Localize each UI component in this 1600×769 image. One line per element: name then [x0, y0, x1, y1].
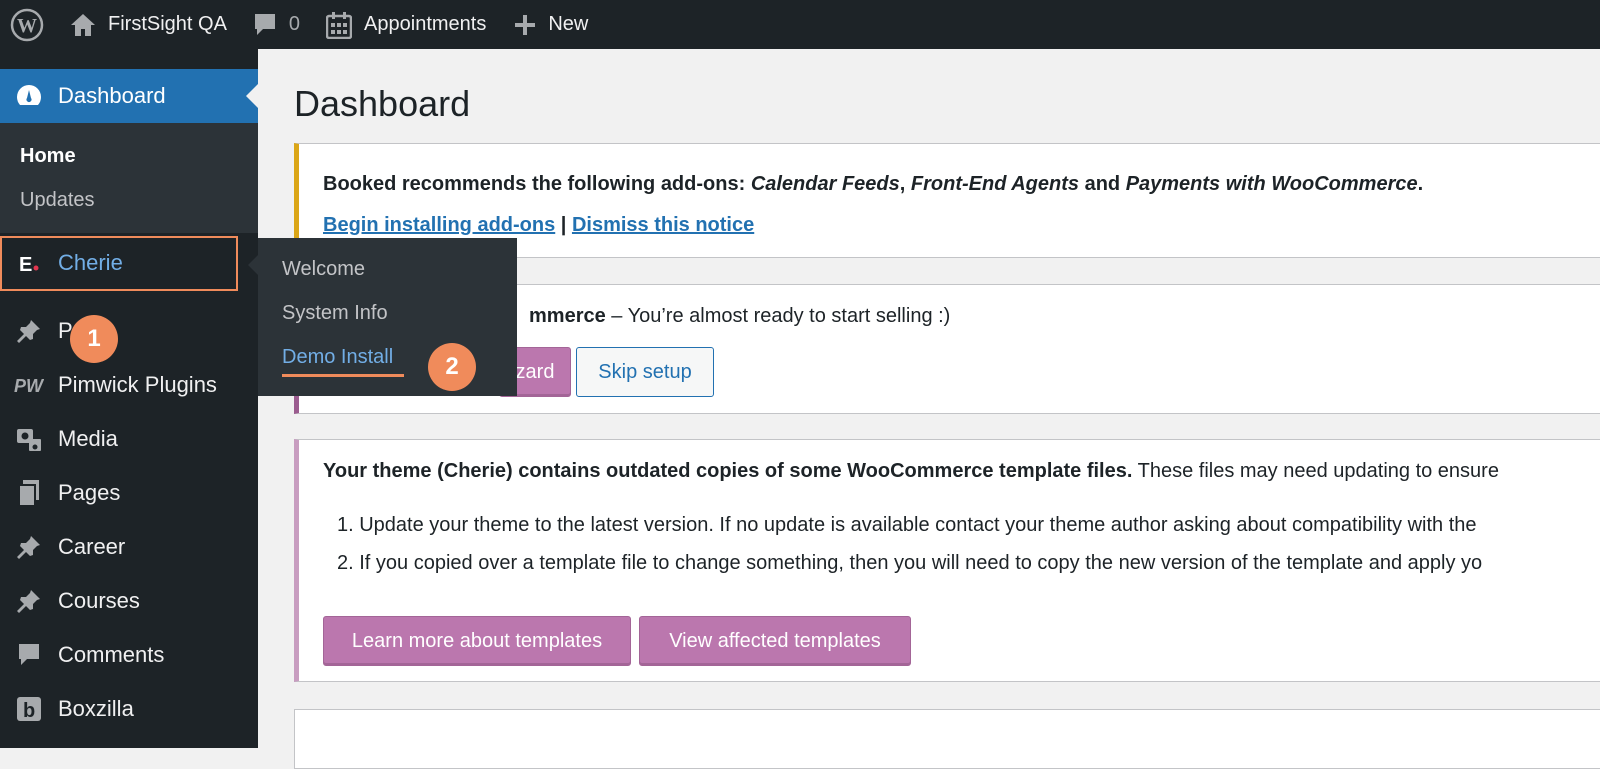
woo-setup-rest: – You’re almost ready to start selling :… [605, 305, 951, 327]
page-title: Dashboard [294, 83, 471, 124]
skip-setup-button[interactable]: Skip setup [576, 347, 714, 397]
pin-icon [0, 588, 58, 614]
new-label: New [548, 13, 589, 35]
sidebar-item-courses[interactable]: Courses [0, 574, 258, 628]
appointments-label: Appointments [364, 13, 487, 35]
sidebar-item-media[interactable]: Media [0, 412, 258, 466]
templates-notice-bold: Your theme (Cherie) contains outdated co… [323, 460, 1133, 482]
sidebar-item-label: Boxzilla [58, 696, 134, 721]
booked-notice-text: Booked recommends the following add-ons:… [323, 173, 1423, 196]
view-affected-templates-button[interactable]: View affected templates [639, 616, 911, 666]
site-name: FirstSight QA [108, 13, 227, 35]
skip-setup-label: Skip setup [598, 360, 692, 383]
dashboard-widget-panel [294, 709, 1600, 769]
sidebar-item-label: Media [58, 426, 118, 451]
svg-text:PW: PW [14, 376, 44, 396]
home-icon [70, 13, 96, 37]
sidebar-item-career[interactable]: Career [0, 520, 258, 574]
addon-calendar-feeds: Calendar Feeds [750, 173, 900, 195]
svg-text:W: W [17, 15, 37, 37]
flyout-item-demo-install[interactable]: Demo Install [282, 346, 393, 369]
comments-menu[interactable]: 0 [253, 0, 300, 49]
pin-icon [0, 534, 58, 560]
flyout-item-system-info[interactable]: System Info [282, 302, 388, 325]
comment-icon [0, 642, 58, 668]
comments-count: 0 [288, 13, 301, 35]
cherie-flyout-submenu: Welcome System Info Demo Install [258, 238, 517, 396]
run-setup-wizard-label: zard [515, 360, 555, 383]
svg-text:E: E [19, 254, 32, 276]
pin-icon [0, 318, 58, 344]
calendar-icon [326, 11, 353, 39]
step-badge-1: 1 [70, 315, 118, 363]
begin-installing-addons-link[interactable]: Begin installing add-ons [323, 214, 555, 236]
dashboard-submenu: Home Updates [0, 123, 258, 233]
sidebar-item-pimwick-plugins[interactable]: PW Pimwick Plugins [0, 358, 258, 412]
pages-icon [0, 479, 58, 507]
demo-install-highlight-underline [282, 374, 404, 377]
booked-notice-links: Begin installing add-ons | Dismiss this … [323, 214, 754, 237]
plus-icon [514, 14, 536, 36]
sidebar-item-label: Pimwick Plugins [58, 372, 217, 397]
boxzilla-icon: b [0, 696, 58, 722]
sidebar-item-dashboard[interactable]: Dashboard [0, 69, 258, 123]
dismiss-notice-link[interactable]: Dismiss this notice [572, 214, 754, 236]
appointments-menu[interactable]: Appointments [326, 0, 486, 49]
addon-payments-woocommerce: Payments with WooCommerce [1125, 173, 1418, 195]
media-icon [0, 425, 58, 453]
sidebar-item-posts[interactable]: P [0, 304, 258, 358]
pw-icon: PW [0, 374, 58, 396]
sidebar-item-pages[interactable]: Pages [0, 466, 258, 520]
admin-sidebar: Dashboard Home Updates E Cherie P PW Pim… [0, 49, 258, 748]
sidebar-item-label: Dashboard [58, 83, 166, 108]
templates-notice-rest: These files may need updating to ensure [1132, 460, 1499, 482]
view-affected-templates-label: View affected templates [669, 629, 881, 652]
dashboard-icon [0, 82, 58, 110]
sidebar-item-cherie[interactable]: E Cherie [0, 236, 258, 290]
current-menu-arrow [246, 84, 258, 108]
admin-bar: W FirstSight QA 0 Appointments New [0, 0, 1600, 49]
learn-more-templates-label: Learn more about templates [351, 629, 603, 652]
site-name-menu[interactable]: FirstSight QA [70, 0, 227, 49]
flyout-item-welcome[interactable]: Welcome [282, 258, 365, 281]
templates-notice-text: Your theme (Cherie) contains outdated co… [323, 460, 1499, 483]
templates-list-item-1: 1. Update your theme to the latest versi… [337, 514, 1477, 536]
sidebar-item-label: Career [58, 534, 126, 559]
booked-sep2: and [1079, 173, 1126, 195]
sidebar-item-comments[interactable]: Comments [0, 628, 258, 682]
addon-front-end-agents: Front-End Agents [910, 173, 1080, 195]
svg-text:b: b [23, 700, 35, 722]
link-separator: | [555, 214, 572, 236]
templates-list-item-2: 2. If you copied over a template file to… [337, 552, 1483, 574]
sidebar-item-label: Comments [58, 642, 165, 667]
booked-notice-prefix: Booked recommends the following add-ons: [323, 173, 751, 195]
comment-icon [253, 12, 277, 38]
outdated-templates-notice: Your theme (Cherie) contains outdated co… [294, 439, 1600, 682]
sidebar-item-boxzilla[interactable]: b Boxzilla [0, 682, 258, 736]
wordpress-logo-icon[interactable]: W [10, 0, 44, 49]
main-content: Dashboard Booked recommends the followin… [258, 49, 1600, 769]
sidebar-item-label: Cherie [58, 250, 123, 275]
booked-end: . [1417, 173, 1424, 195]
submenu-item-home[interactable]: Home [20, 145, 76, 168]
cherie-e-icon: E [0, 249, 58, 277]
sidebar-item-label: Courses [58, 588, 140, 613]
new-content-menu[interactable]: New [514, 0, 588, 49]
submenu-item-updates[interactable]: Updates [20, 189, 95, 212]
booked-sep1: , [899, 173, 911, 195]
woo-setup-text: mmerce – You’re almost ready to start se… [529, 305, 950, 328]
learn-more-templates-button[interactable]: Learn more about templates [323, 616, 631, 666]
woo-setup-bold: mmerce [529, 305, 606, 327]
sidebar-item-label: Pages [58, 480, 121, 505]
step-badge-2: 2 [428, 343, 476, 391]
